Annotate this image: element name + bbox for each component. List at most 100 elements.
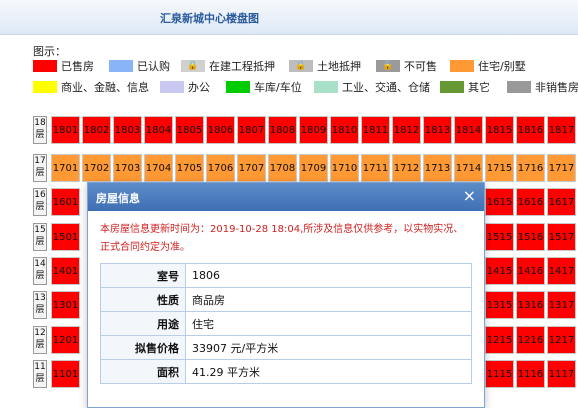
unit-cell[interactable]: 1501 — [51, 223, 80, 251]
unit-cell[interactable]: 1702 — [82, 154, 111, 182]
legend-swatch — [109, 60, 133, 72]
unit-cell[interactable]: 1616 — [516, 188, 545, 216]
unit-cell[interactable]: 1101 — [51, 360, 80, 388]
legend-item-label: 土地抵押 — [317, 60, 361, 73]
unit-cell[interactable]: 1703 — [113, 154, 142, 182]
unit-cell[interactable]: 1807 — [237, 116, 266, 144]
unit-cell[interactable]: 1517 — [547, 223, 576, 251]
legend-item-label: 不可售 — [404, 60, 437, 73]
legend-item: 办公 — [160, 80, 210, 94]
info-row: 室号 1806 — [100, 263, 472, 288]
unit-cell[interactable]: 1812 — [392, 116, 421, 144]
legend-item: 🔒 在建工程抵押 — [181, 59, 275, 73]
info-key: 拟售价格 — [100, 335, 186, 360]
info-row: 面积 41.29 平方米 — [100, 359, 472, 384]
unit-cell[interactable]: 1116 — [516, 360, 545, 388]
legend-item-label: 已售房 — [61, 60, 94, 73]
unit-cell[interactable]: 1809 — [299, 116, 328, 144]
info-row: 用途 住宅 — [100, 311, 472, 336]
unit-cell[interactable]: 1817 — [547, 116, 576, 144]
unit-cell[interactable]: 1417 — [547, 257, 576, 285]
unit-cell[interactable]: 1701 — [51, 154, 80, 182]
unit-cell[interactable]: 1401 — [51, 257, 80, 285]
unit-cell[interactable]: 1715 — [485, 154, 514, 182]
unit-cell[interactable]: 1416 — [516, 257, 545, 285]
info-row: 拟售价格 33907 元/平方米 — [100, 335, 472, 360]
unit-cell[interactable]: 1201 — [51, 326, 80, 354]
unit-cell[interactable]: 1805 — [175, 116, 204, 144]
legend-item-label: 其它 — [468, 81, 490, 94]
unit-cell[interactable]: 1816 — [516, 116, 545, 144]
unit-cell[interactable]: 1707 — [237, 154, 266, 182]
unit-cell[interactable]: 1813 — [423, 116, 452, 144]
unit-cell[interactable]: 1215 — [485, 326, 514, 354]
house-info-table: 室号 1806 性质 商品房 用途 住宅 拟售价格 33907 元/平方米 面积 41.29 平方… — [100, 263, 472, 384]
unit-cell[interactable]: 1706 — [206, 154, 235, 182]
lock-icon: 🔒 — [181, 60, 205, 72]
floor-label: 13 层 — [33, 291, 47, 319]
info-row: 性质 商品房 — [100, 287, 472, 312]
unit-cell[interactable]: 1301 — [51, 291, 80, 319]
close-icon[interactable]: × — [463, 186, 476, 206]
info-value: 41.29 平方米 — [185, 359, 472, 384]
unit-cell[interactable]: 1216 — [516, 326, 545, 354]
unit-cell[interactable]: 1716 — [516, 154, 545, 182]
legend-swatch — [33, 81, 57, 93]
unit-cell[interactable]: 1711 — [361, 154, 390, 182]
house-info-dialog: 房屋信息 × 本房屋信息更新时间为：2019-10-28 18:04,所涉及信息… — [87, 182, 485, 408]
unit-cell[interactable]: 1802 — [82, 116, 111, 144]
unit-cell[interactable]: 1117 — [547, 360, 576, 388]
unit-cell[interactable]: 1713 — [423, 154, 452, 182]
unit-cell[interactable]: 1709 — [299, 154, 328, 182]
unit-cell[interactable]: 1315 — [485, 291, 514, 319]
legend-item-label: 车库/车位 — [254, 81, 302, 94]
legend-swatch — [507, 81, 531, 93]
unit-cell[interactable]: 1814 — [454, 116, 483, 144]
floor-label: 12 层 — [33, 326, 47, 354]
unit-cell[interactable]: 1815 — [485, 116, 514, 144]
legend-item: 住宅/别墅 — [450, 59, 526, 73]
unit-cell[interactable]: 1316 — [516, 291, 545, 319]
legend-item: 商业、金融、信息 — [33, 80, 149, 94]
info-key: 室号 — [100, 263, 186, 288]
legend-item: 已认购 — [109, 59, 170, 73]
legend-item: 🔒 不可售 — [376, 59, 437, 73]
unit-cell[interactable]: 1708 — [268, 154, 297, 182]
legend-item-label: 住宅/别墅 — [478, 60, 526, 73]
legend-item: 非销售房 — [507, 80, 578, 94]
legend-item: 🔒 土地抵押 — [289, 59, 361, 73]
legend-swatch — [314, 81, 338, 93]
unit-cell[interactable]: 1710 — [330, 154, 359, 182]
unit-cell[interactable]: 1804 — [144, 116, 173, 144]
legend-item-label: 在建工程抵押 — [209, 60, 275, 73]
unit-cell[interactable]: 1601 — [51, 188, 80, 216]
unit-cell[interactable]: 1515 — [485, 223, 514, 251]
unit-cell[interactable]: 1811 — [361, 116, 390, 144]
unit-cell[interactable]: 1801 — [51, 116, 80, 144]
unit-cell[interactable]: 1615 — [485, 188, 514, 216]
legend-item: 工业、交通、仓储 — [314, 80, 430, 94]
legend-item: 已售房 — [33, 59, 94, 73]
unit-cell[interactable]: 1217 — [547, 326, 576, 354]
unit-cell[interactable]: 1808 — [268, 116, 297, 144]
unit-cell[interactable]: 1717 — [547, 154, 576, 182]
unit-cell[interactable]: 1803 — [113, 116, 142, 144]
dialog-title: 房屋信息 — [96, 192, 140, 205]
unit-cell[interactable]: 1704 — [144, 154, 173, 182]
unit-cell[interactable]: 1712 — [392, 154, 421, 182]
legend-swatch — [160, 81, 184, 93]
dialog-header: 房屋信息 × — [88, 183, 484, 211]
unit-cell[interactable]: 1806 — [206, 116, 235, 144]
unit-cell[interactable]: 1810 — [330, 116, 359, 144]
unit-cell[interactable]: 1617 — [547, 188, 576, 216]
legend-label: 图示： — [33, 45, 66, 58]
info-key: 性质 — [100, 287, 186, 312]
unit-cell[interactable]: 1516 — [516, 223, 545, 251]
unit-cell[interactable]: 1714 — [454, 154, 483, 182]
unit-cell[interactable]: 1705 — [175, 154, 204, 182]
unit-cell[interactable]: 1317 — [547, 291, 576, 319]
unit-cell[interactable]: 1415 — [485, 257, 514, 285]
legend-item-label: 工业、交通、仓储 — [342, 81, 430, 94]
legend-item-label: 办公 — [188, 81, 210, 94]
unit-cell[interactable]: 1115 — [485, 360, 514, 388]
